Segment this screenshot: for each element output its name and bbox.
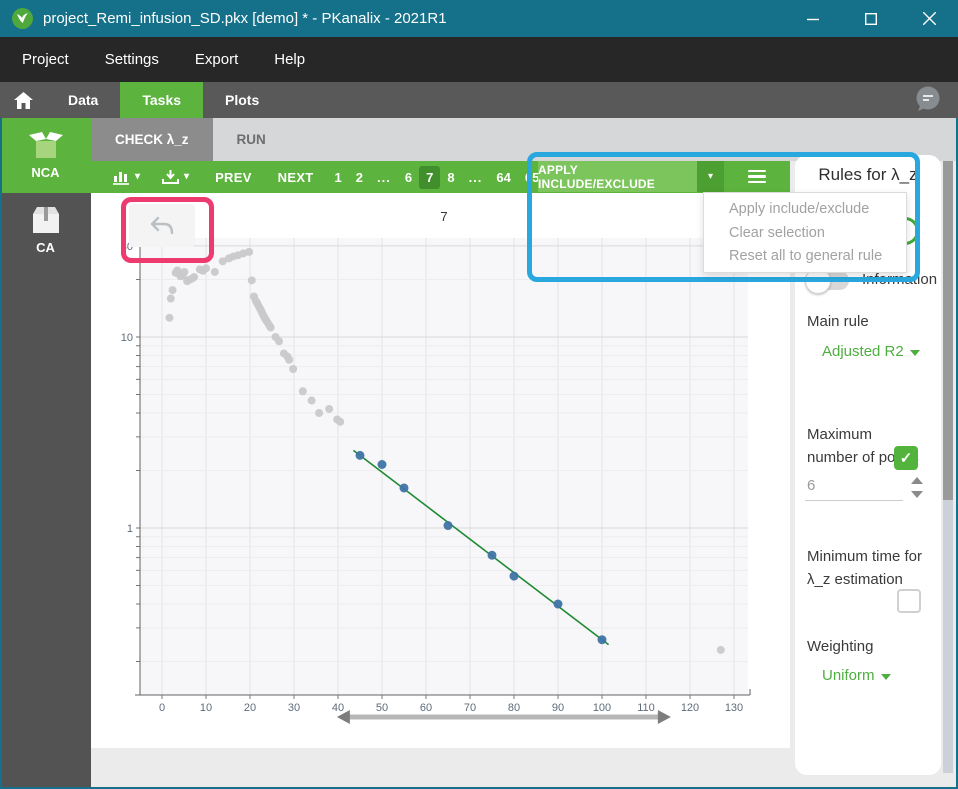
svg-text:30: 30 — [288, 702, 300, 714]
svg-text:130: 130 — [725, 702, 743, 714]
pagination-ellipsis: ... — [370, 166, 398, 189]
chevron-down-icon: ▾ — [184, 172, 189, 182]
svg-text:10: 10 — [200, 702, 212, 714]
max-points-checkbox[interactable]: ✓ — [894, 446, 918, 470]
menu-item-apply-include-exclude[interactable]: Apply include/exclude — [704, 201, 906, 217]
number-stepper — [911, 477, 923, 498]
svg-text:0: 0 — [159, 702, 165, 714]
chevron-down-icon: ▾ — [135, 172, 140, 182]
svg-text:10: 10 — [121, 332, 133, 344]
next-button[interactable]: NEXT — [278, 170, 314, 185]
sidebar-item-label: NCA — [31, 165, 59, 180]
weighting-select[interactable]: Uniform — [822, 667, 891, 684]
task-sidebar: NCA CA — [0, 118, 91, 789]
nav-bar: Data Tasks Plots — [0, 82, 958, 118]
stepper-up-icon[interactable] — [911, 477, 923, 484]
menu-help[interactable]: Help — [274, 51, 305, 68]
chevron-down-icon — [910, 350, 920, 356]
page-button-1[interactable]: 1 — [328, 166, 349, 189]
information-label: Information — [862, 271, 937, 288]
max-points-input[interactable] — [805, 475, 903, 501]
pagination-ellipsis: ... — [462, 166, 490, 189]
plot-card: 3010101020304050607080901001101201307 — [91, 193, 790, 748]
open-box-icon — [28, 132, 64, 159]
tab-run[interactable]: RUN — [213, 118, 290, 161]
menu-item-clear-selection[interactable]: Clear selection — [704, 225, 906, 241]
svg-text:90: 90 — [552, 702, 564, 714]
tab-tasks[interactable]: Tasks — [120, 82, 203, 118]
svg-text:80: 80 — [508, 702, 520, 714]
menu-export[interactable]: Export — [195, 51, 238, 68]
svg-text:60: 60 — [420, 702, 432, 714]
feedback-bubble-icon[interactable] — [914, 86, 942, 115]
menu-bar: Project Settings Export Help — [0, 37, 958, 82]
svg-text:40: 40 — [332, 702, 344, 714]
chevron-down-icon: ▾ — [708, 171, 713, 182]
pkanalix-window: project_Remi_infusion_SD.pkx [demo] * - … — [0, 0, 958, 789]
sidebar-item-nca[interactable]: NCA — [0, 118, 91, 193]
prev-button[interactable]: PREV — [215, 170, 252, 185]
undo-button[interactable] — [129, 204, 195, 247]
sidebar-item-label: CA — [36, 240, 55, 255]
main-rule-select[interactable]: Adjusted R2 — [822, 343, 920, 360]
pagination: 1 2 ... 6 7 8 ... 64 65 — [328, 166, 547, 189]
svg-text:20: 20 — [244, 702, 256, 714]
main-rule-label: Main rule — [807, 313, 869, 330]
svg-text:1: 1 — [127, 523, 133, 535]
tab-check-lambda-z[interactable]: CHECK λ_z — [91, 118, 213, 161]
hamburger-icon — [748, 167, 766, 187]
menu-settings[interactable]: Settings — [105, 51, 159, 68]
svg-text:110: 110 — [637, 702, 655, 714]
svg-text:120: 120 — [681, 702, 699, 714]
information-toggle[interactable] — [809, 271, 849, 290]
close-button[interactable] — [900, 0, 958, 37]
tab-plots[interactable]: Plots — [203, 82, 281, 118]
max-points-field — [805, 475, 917, 501]
pkanalix-logo-icon — [12, 8, 33, 29]
closed-box-icon — [31, 206, 61, 234]
undo-icon — [149, 215, 175, 237]
page-button-8[interactable]: 8 — [440, 166, 461, 189]
window-border-left — [0, 118, 2, 789]
bar-chart-icon — [113, 170, 130, 185]
plot-menu-button[interactable] — [731, 161, 782, 192]
download-icon — [162, 170, 179, 185]
menu-project[interactable]: Project — [22, 51, 69, 68]
check-icon: ✓ — [900, 449, 913, 467]
menu-item-reset-general-rule[interactable]: Reset all to general rule — [704, 248, 906, 264]
weighting-label: Weighting — [807, 638, 873, 655]
title-bar: project_Remi_infusion_SD.pkx [demo] * - … — [0, 0, 958, 37]
page-button-64[interactable]: 64 — [489, 166, 517, 189]
window-title: project_Remi_infusion_SD.pkx [demo] * - … — [43, 10, 447, 27]
svg-text:7: 7 — [440, 209, 447, 224]
scrollbar-thumb[interactable] — [943, 161, 953, 500]
chevron-down-icon — [881, 674, 891, 680]
page-button-7-active[interactable]: 7 — [419, 166, 440, 189]
minimize-button[interactable] — [784, 0, 842, 37]
lambda-z-chart[interactable]: 3010101020304050607080901001101201307 — [91, 193, 790, 748]
min-time-label: Minimum time for λ_z estimation — [807, 545, 927, 591]
sidebar-item-ca[interactable]: CA — [0, 193, 91, 268]
maximize-button[interactable] — [842, 0, 900, 37]
export-plot-button[interactable]: ▾ — [162, 170, 189, 185]
chart-options-button[interactable]: ▾ — [113, 170, 140, 185]
home-tab[interactable] — [0, 82, 46, 118]
min-time-checkbox[interactable] — [897, 589, 921, 613]
home-icon — [14, 92, 33, 109]
stepper-down-icon[interactable] — [911, 491, 923, 498]
page-button-6[interactable]: 6 — [398, 166, 419, 189]
svg-text:100: 100 — [593, 702, 611, 714]
apply-dropdown-caret[interactable]: ▾ — [697, 161, 724, 192]
apply-dropdown-menu: Apply include/exclude Clear selection Re… — [703, 192, 907, 273]
rules-panel-title: Rules for λ_z — [803, 165, 933, 185]
tab-data[interactable]: Data — [46, 82, 120, 118]
page-button-2[interactable]: 2 — [349, 166, 370, 189]
svg-text:70: 70 — [464, 702, 476, 714]
apply-include-exclude-button[interactable]: APPLY INCLUDE/EXCLUDE — [538, 161, 697, 192]
svg-text:50: 50 — [376, 702, 388, 714]
